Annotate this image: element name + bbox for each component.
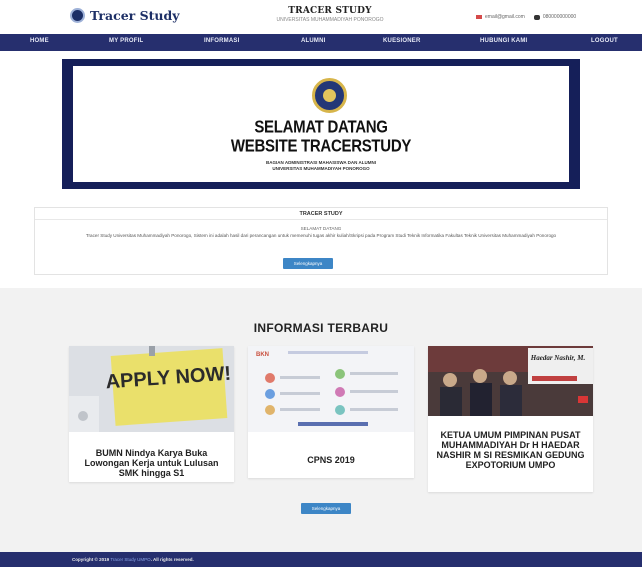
tracer-heading: TRACER STUDY bbox=[35, 208, 607, 220]
card-image-text: BKN bbox=[256, 352, 269, 358]
site-logo[interactable]: Tracer Study bbox=[70, 8, 179, 23]
news-card[interactable]: APPLY NOW! BUMN Nindya Karya Buka Lowong… bbox=[69, 346, 234, 482]
top-header: Tracer Study TRACER STUDY UNIVERSITAS MU… bbox=[0, 0, 642, 34]
footer-suffix: . All rights reserved. bbox=[150, 557, 194, 562]
nav-alumni[interactable]: ALUMNI bbox=[301, 38, 326, 44]
main-nav: HOME MY PROFIL INFORMASI ALUMNI KUESIONE… bbox=[0, 34, 642, 51]
nav-kuesioner[interactable]: KUESIONER bbox=[383, 38, 420, 44]
news-card[interactable]: BKN CPNS 2019 bbox=[248, 346, 414, 478]
nav-logout[interactable]: LOGOUT bbox=[591, 38, 618, 44]
contact-info: email@gmail.com 080000000000 bbox=[476, 14, 576, 20]
nav-hubungi-kami[interactable]: HUBUNGI KAMI bbox=[480, 38, 527, 44]
footer-copyright: Copyright © 2019 Tracer Study UMPO. All … bbox=[72, 557, 194, 562]
mail-icon bbox=[476, 15, 482, 19]
news-card[interactable]: Haedar Nashir, M. KETUA UMUM PIMPINAN PU… bbox=[428, 346, 593, 492]
nav-informasi[interactable]: INFORMASI bbox=[204, 38, 239, 44]
banner-inner: SELAMAT DATANG WEBSITE TRACERSTUDY BAGIA… bbox=[73, 66, 569, 182]
tracer-subheading: SELAMAT DATANG bbox=[300, 226, 342, 231]
footer-prefix: Copyright © 2019 bbox=[72, 557, 110, 562]
info-section: INFORMASI TERBARU APPLY NOW! BUMN Nindya… bbox=[0, 288, 642, 552]
info-title: INFORMASI TERBARU bbox=[253, 321, 389, 335]
header-subtitle: UNIVERSITAS MUHAMMADIYAH PONOROGO bbox=[276, 17, 384, 23]
welcome-banner: SELAMAT DATANG WEBSITE TRACERSTUDY BAGIA… bbox=[62, 59, 580, 189]
contact-phone: 080000000000 bbox=[542, 14, 577, 20]
info-more-button[interactable]: Selengkapnya bbox=[301, 503, 351, 514]
banner-line-1: SELAMAT DATANG bbox=[254, 117, 388, 138]
banner-line-2: WEBSITE TRACERSTUDY bbox=[230, 136, 412, 157]
card-image-cpns-infographic: BKN bbox=[248, 346, 414, 432]
card-image-text: Haedar Nashir, M. bbox=[530, 354, 586, 362]
card-image-ceremony-photo: Haedar Nashir, M. bbox=[428, 346, 593, 416]
tracer-study-panel: TRACER STUDY SELAMAT DATANG Tracer Study… bbox=[34, 207, 608, 275]
logo-badge-icon bbox=[70, 8, 85, 23]
tracer-more-button[interactable]: Selengkapnya bbox=[283, 258, 333, 269]
header-title-block: TRACER STUDY UNIVERSITAS MUHAMMADIYAH PO… bbox=[240, 6, 420, 23]
tracer-description: Tracer Study Universitas Muhammadiyah Po… bbox=[85, 233, 557, 238]
banner-line-3: BAGIAN ADMINISTRASI MAHASISWA DAN ALUMNI bbox=[266, 160, 376, 165]
header-title: TRACER STUDY bbox=[288, 6, 372, 16]
nav-home[interactable]: HOME bbox=[30, 38, 49, 44]
card-title[interactable]: CPNS 2019 bbox=[254, 455, 408, 465]
card-title[interactable]: BUMN Nindya Karya Buka Lowongan Kerja un… bbox=[75, 448, 228, 478]
nav-my-profil[interactable]: MY PROFIL bbox=[109, 38, 143, 44]
contact-email[interactable]: email@gmail.com bbox=[485, 14, 525, 20]
card-image-apply-now: APPLY NOW! bbox=[69, 346, 234, 432]
logo-text: Tracer Study bbox=[90, 8, 180, 23]
university-seal-icon bbox=[312, 78, 347, 113]
phone-icon bbox=[533, 14, 540, 20]
footer: Copyright © 2019 Tracer Study UMPO. All … bbox=[0, 552, 642, 567]
banner-line-4: UNIVERSITAS MUHAMMADIYAH PONOROGO bbox=[272, 166, 370, 171]
card-title[interactable]: KETUA UMUM PIMPINAN PUSAT MUHAMMADIYAH D… bbox=[434, 430, 587, 470]
footer-site-link[interactable]: Tracer Study UMPO bbox=[110, 557, 150, 562]
